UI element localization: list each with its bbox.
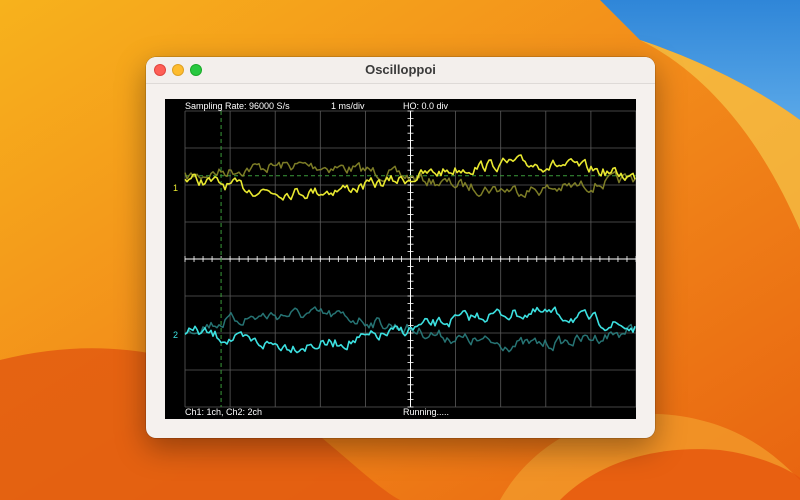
channel-info-label: Ch1: 1ch, Ch2: 2ch	[185, 407, 263, 417]
app-window: Oscilloppoi Sampling Rate: 96000 S/s 1 m…	[146, 57, 655, 438]
title-bar[interactable]: Oscilloppoi	[146, 57, 655, 84]
time-div-label: 1 ms/div	[331, 101, 365, 111]
channel-1-marker: 1	[173, 183, 179, 193]
window-title: Oscilloppoi	[365, 62, 436, 77]
status-label: Running.....	[403, 407, 450, 417]
scope-graticule	[184, 110, 636, 408]
horizontal-offset-label: HO: 0.0 div	[403, 101, 449, 111]
channel-2-marker: 2	[173, 330, 179, 340]
oscilloscope-display[interactable]: Sampling Rate: 96000 S/s 1 ms/div HO: 0.…	[165, 99, 636, 419]
sampling-rate-label: Sampling Rate: 96000 S/s	[185, 101, 290, 111]
